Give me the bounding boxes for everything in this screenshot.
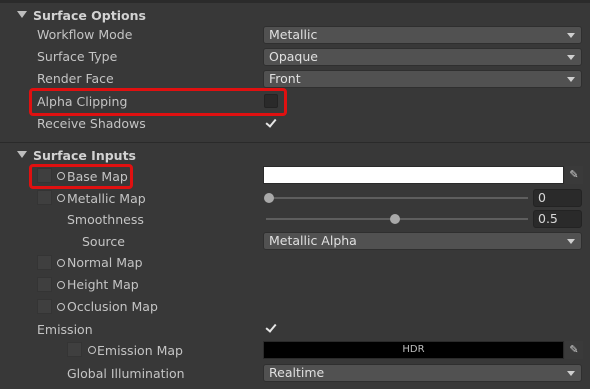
section-divider <box>0 142 590 143</box>
workflow-mode-value: Metallic <box>269 27 318 42</box>
height-map-texture-slot[interactable] <box>37 277 52 292</box>
normal-map-texture-slot[interactable] <box>37 255 52 270</box>
occlusion-map-texture-slot[interactable] <box>37 299 52 314</box>
emission-checkbox[interactable] <box>264 321 278 335</box>
surface-options-header[interactable]: Surface Options <box>0 5 590 25</box>
metallic-value-field[interactable]: 0 <box>533 189 582 207</box>
surface-type-label: Surface Type <box>37 49 118 64</box>
occlusion-map-label: Occlusion Map <box>67 299 158 314</box>
surface-inputs-header[interactable]: Surface Inputs <box>0 145 590 165</box>
surface-inputs-title: Surface Inputs <box>33 147 136 163</box>
panel-top-border <box>0 0 590 3</box>
highlight-box-alpha-clipping <box>29 88 287 116</box>
foldout-triangle-icon[interactable] <box>17 11 27 18</box>
eyedropper-icon[interactable]: ✎ <box>565 166 583 184</box>
emission-map-texture-slot[interactable] <box>67 342 82 357</box>
surface-options-title: Surface Options <box>33 7 146 23</box>
receive-shadows-checkbox[interactable] <box>264 116 278 130</box>
hdr-badge: HDR <box>402 344 425 355</box>
metallic-slider-track[interactable] <box>266 197 528 199</box>
chevron-down-icon <box>567 33 575 38</box>
chevron-down-icon <box>567 55 575 60</box>
object-picker-icon[interactable] <box>57 281 65 289</box>
checkmark-icon <box>265 321 277 333</box>
render-face-label: Render Face <box>37 71 114 86</box>
workflow-mode-label: Workflow Mode <box>37 27 133 42</box>
object-picker-icon[interactable] <box>57 194 65 202</box>
metallic-slider-handle[interactable] <box>264 193 274 203</box>
render-face-dropdown[interactable]: Front <box>263 70 582 88</box>
object-picker-icon[interactable] <box>88 346 96 354</box>
height-map-label: Height Map <box>67 277 139 292</box>
smoothness-label: Smoothness <box>67 212 144 227</box>
global-illumination-dropdown[interactable]: Realtime <box>263 364 582 382</box>
source-value: Metallic Alpha <box>269 233 357 248</box>
highlight-box-base-map <box>29 164 133 189</box>
surface-type-dropdown[interactable]: Opaque <box>263 48 582 66</box>
surface-type-value: Opaque <box>269 49 318 64</box>
object-picker-icon[interactable] <box>57 303 65 311</box>
emission-map-label: Emission Map <box>97 343 183 358</box>
chevron-down-icon <box>567 371 575 376</box>
eyedropper-icon[interactable]: ✎ <box>565 341 583 359</box>
metallic-map-texture-slot[interactable] <box>37 190 52 205</box>
emission-label: Emission <box>37 322 93 337</box>
checkmark-icon <box>265 116 277 128</box>
normal-map-label: Normal Map <box>67 255 143 270</box>
foldout-triangle-icon[interactable] <box>17 151 27 158</box>
smoothness-value-field[interactable]: 0.5 <box>533 210 582 228</box>
receive-shadows-label: Receive Shadows <box>37 116 146 131</box>
smoothness-slider-handle[interactable] <box>390 214 400 224</box>
emission-color-field[interactable]: HDR <box>263 341 564 359</box>
base-map-color-field[interactable] <box>263 166 564 184</box>
global-illumination-value: Realtime <box>269 365 325 380</box>
chevron-down-icon <box>567 239 575 244</box>
workflow-mode-dropdown[interactable]: Metallic <box>263 26 582 44</box>
object-picker-icon[interactable] <box>57 259 65 267</box>
global-illumination-label: Global Illumination <box>67 366 185 381</box>
metallic-map-label: Metallic Map <box>67 191 146 206</box>
chevron-down-icon <box>567 77 575 82</box>
source-label: Source <box>82 234 125 249</box>
render-face-value: Front <box>269 71 301 86</box>
source-dropdown[interactable]: Metallic Alpha <box>263 232 582 250</box>
